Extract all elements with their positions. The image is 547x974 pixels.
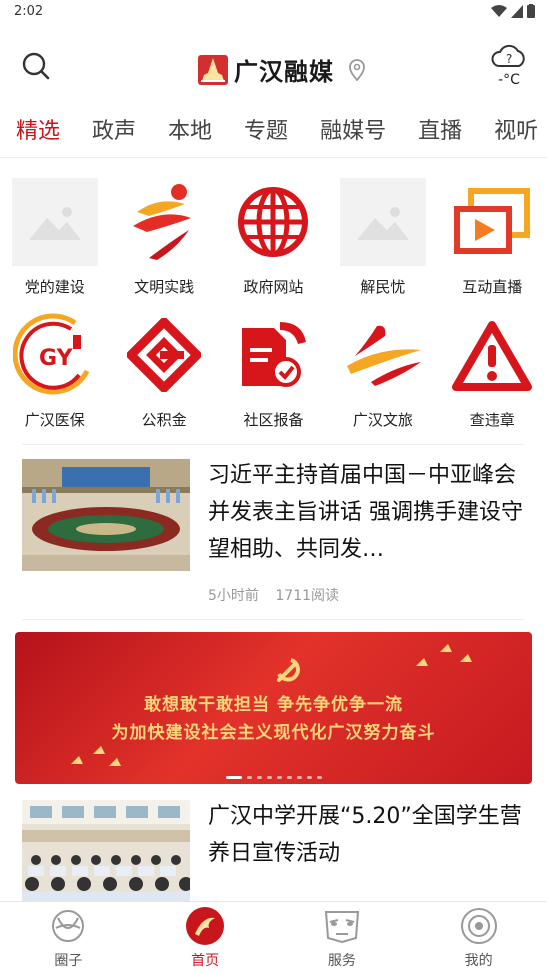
service-label: 查违章 (469, 411, 515, 429)
service-interactive-live[interactable]: 互动直播 (438, 178, 547, 297)
community-report-icon (230, 311, 316, 399)
temperature: -°C (498, 72, 520, 88)
news-reads: 1711阅读 (275, 588, 340, 604)
carousel-dot (276, 776, 282, 779)
news-item[interactable]: 广汉中学开展“5.20”全国学生营养日宣传活动 (0, 784, 547, 912)
news-title: 习近平主持首届中国－中亚峰会并发表主旨讲话 强调携手建设守望相助、共同发… (208, 463, 523, 562)
nav-label: 服务 (327, 953, 356, 969)
service-party-building[interactable]: 党的建设 (0, 178, 109, 297)
tab-featured[interactable]: 精选 (16, 113, 60, 157)
system-icons (491, 4, 535, 18)
carousel-dot (306, 776, 312, 779)
signal-icon (511, 4, 523, 18)
status-time: 2:02 (14, 4, 44, 19)
tab-media-accounts[interactable]: 融媒号 (320, 113, 386, 145)
bottom-navigation: 圈子 首页 服务 我的 (0, 901, 547, 974)
service-label: 解民忧 (360, 278, 406, 296)
svg-text:?: ? (506, 52, 512, 66)
service-grid: 党的建设 文明实践 政府网站 解民忧 互动直播 GY 广汉医保 公积金 社区报备… (0, 158, 547, 430)
carousel-dot (286, 776, 292, 779)
nav-label: 圈子 (54, 953, 83, 969)
cloud-unknown-icon: ? (491, 44, 525, 67)
carousel-indicator (15, 776, 532, 779)
logo-emblem-icon (198, 54, 228, 85)
service-community-report[interactable]: 社区报备 (219, 311, 328, 430)
wifi-icon (491, 4, 507, 17)
news-thumbnail (22, 459, 190, 571)
service-government-website[interactable]: 政府网站 (219, 178, 328, 297)
divider (22, 619, 525, 620)
carousel-dot (316, 776, 322, 779)
service-traffic-violations[interactable]: 查违章 (438, 311, 547, 430)
tab-local[interactable]: 本地 (168, 113, 212, 145)
service-label: 公积金 (141, 411, 187, 429)
app-logo: 广汉融媒 (198, 52, 366, 87)
battery-icon (527, 4, 535, 18)
news-title: 广汉中学开展“5.20”全国学生营养日宣传活动 (208, 804, 522, 866)
tab-video[interactable]: 视听 (494, 113, 538, 145)
image-placeholder-icon (339, 178, 426, 266)
channel-tabs: 精选 政声 本地 专题 融媒号 直播 视听 (0, 100, 547, 158)
live-play-icon (449, 178, 535, 266)
news-meta: 5小时前 1711阅读 (208, 585, 525, 605)
service-civilization-practice[interactable]: 文明实践 (109, 178, 218, 297)
news-item[interactable]: 习近平主持首届中国－中亚峰会并发表主旨讲话 强调携手建设守望相助、共同发… 5小… (0, 445, 547, 605)
warning-icon (449, 311, 535, 399)
carousel-dot (296, 776, 302, 779)
bronze-mask-icon (322, 906, 362, 946)
nav-profile[interactable]: 我的 (410, 902, 547, 974)
news-thumbnail (22, 800, 190, 912)
service-label: 文明实践 (134, 278, 195, 296)
nav-services[interactable]: 服务 (274, 902, 411, 974)
promo-banner[interactable]: 敢想敢干敢担当 争先争优争一流 为加快建设社会主义现代化广汉努力奋斗 (15, 632, 532, 784)
status-bar: 2:02 (0, 0, 547, 24)
dove-decoration-icon (416, 644, 472, 666)
carousel-dot (246, 776, 252, 779)
housing-fund-icon (121, 311, 207, 399)
app-name: 广汉融媒 (234, 58, 334, 86)
carousel-dot (266, 776, 272, 779)
nav-circle[interactable]: 圈子 (0, 902, 137, 974)
service-label: 互动直播 (462, 278, 523, 296)
service-label: 党的建设 (24, 278, 85, 296)
service-housing-fund[interactable]: 公积金 (109, 311, 218, 430)
search-button[interactable] (22, 52, 50, 80)
location-button[interactable] (348, 58, 366, 85)
image-placeholder-icon (11, 178, 98, 266)
weather-widget[interactable]: ? -°C (489, 42, 529, 88)
nav-label: 首页 (191, 953, 220, 969)
tourism-icon (340, 311, 426, 399)
tab-topics[interactable]: 专题 (244, 113, 288, 145)
carousel-dot (225, 776, 242, 779)
banner-slogan-1: 敢想敢干敢担当 争先争优争一流 (144, 695, 403, 715)
search-icon (22, 52, 50, 80)
profile-icon (459, 906, 499, 946)
app-header: 广汉融媒 ? -°C (0, 24, 547, 100)
circle-community-icon (48, 906, 88, 946)
globe-icon (230, 178, 316, 266)
location-pin-icon (349, 58, 365, 81)
party-emblem-icon (277, 658, 300, 682)
medical-insurance-icon: GY (12, 311, 98, 399)
tab-live[interactable]: 直播 (418, 113, 462, 145)
service-public-concerns[interactable]: 解民忧 (328, 178, 437, 297)
service-label: 广汉文旅 (352, 411, 413, 429)
service-tourism[interactable]: 广汉文旅 (328, 311, 437, 430)
svg-text:GY: GY (39, 346, 74, 371)
banner-slogan-2: 为加快建设社会主义现代化广汉努力奋斗 (111, 723, 436, 743)
nav-label: 我的 (464, 953, 493, 969)
civilization-practice-icon (121, 178, 207, 266)
service-label: 政府网站 (243, 278, 304, 296)
home-emblem-icon (185, 906, 225, 946)
service-medical-insurance[interactable]: GY 广汉医保 (0, 311, 109, 430)
service-label: 广汉医保 (24, 411, 85, 429)
service-label: 社区报备 (243, 411, 304, 429)
nav-home[interactable]: 首页 (137, 902, 274, 974)
tab-politics[interactable]: 政声 (92, 113, 136, 145)
carousel-dot (256, 776, 262, 779)
news-time: 5小时前 (208, 588, 259, 604)
